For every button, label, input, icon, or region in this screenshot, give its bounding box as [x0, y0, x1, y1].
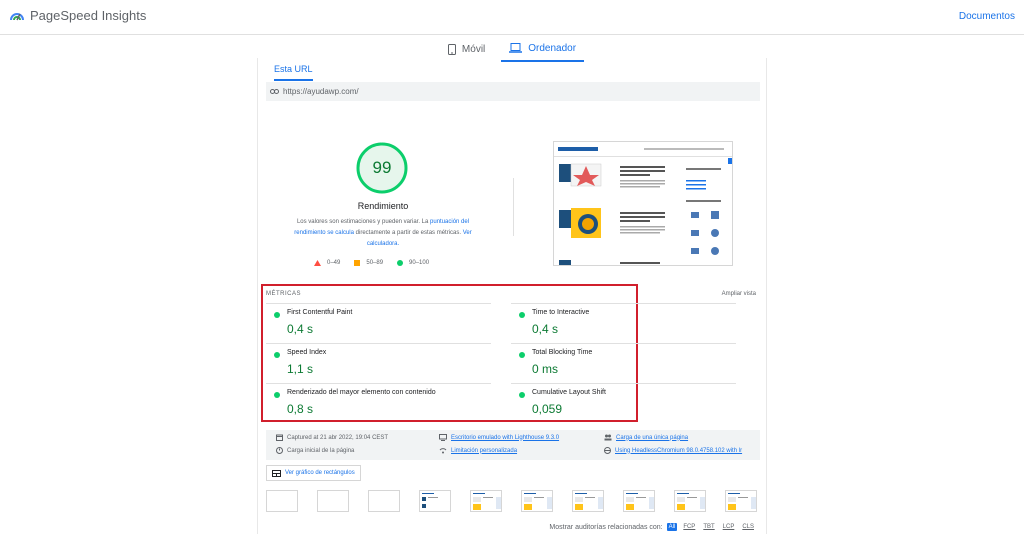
desc-text-2: directamente a partir de estas métricas.	[353, 230, 463, 236]
metric-fcp[interactable]: First Contentful Paint 0,4 s	[266, 303, 491, 341]
filter-chip-cls[interactable]: CLS	[740, 523, 756, 531]
info-single-load-text[interactable]: Carga de una única página	[616, 435, 688, 441]
report-panel: Esta URL https://ayudawp.com/ 99 Rendimi…	[257, 58, 767, 534]
legend-poor: 0–49	[314, 260, 340, 266]
filmstrip	[266, 490, 760, 514]
metric-cls-value: 0,059	[532, 402, 563, 416]
filter-chip-lcp[interactable]: LCP	[721, 523, 737, 531]
treemap-icon	[272, 469, 281, 477]
info-single-load[interactable]: Carga de una única página	[604, 434, 688, 441]
app-logo[interactable]: PageSpeed Insights	[10, 8, 146, 23]
metric-si-status-dot	[274, 352, 280, 358]
laptop-icon	[509, 43, 523, 53]
desktop-icon	[439, 434, 447, 441]
performance-score: 99	[372, 158, 392, 177]
metric-fcp-value: 0,4 s	[287, 322, 314, 336]
metric-fcp-status-dot	[274, 312, 280, 318]
treemap-button-label: Ver gráfico de rectángulos	[285, 470, 355, 476]
mobile-icon	[447, 43, 456, 55]
metric-tti[interactable]: Time to Interactive 0,4 s	[511, 303, 736, 341]
metric-lcp-label: Renderizado del mayor elemento con conte…	[287, 389, 436, 396]
info-throttling[interactable]: Limitación personalizada	[439, 447, 517, 454]
globe-icon	[604, 447, 611, 454]
pagespeed-logo-icon	[10, 12, 24, 20]
tab-desktop-label: Ordenador	[528, 42, 577, 54]
link-icon	[270, 89, 279, 94]
app-name: PageSpeed Insights	[30, 8, 147, 23]
filter-chip-tbt[interactable]: TBT	[701, 523, 716, 531]
performance-gauge: 99	[355, 141, 409, 195]
url-bar: https://ayudawp.com/	[266, 82, 760, 101]
pagespeed-app: PageSpeed Insights Documentos Móvil Orde…	[0, 0, 1024, 534]
audits-filter: Mostrar auditorías relacionadas con: All…	[549, 523, 756, 531]
info-browser[interactable]: Using HeadlessChromium 98.0.4758.102 wit…	[604, 447, 742, 454]
filter-chip-all[interactable]: All	[666, 523, 678, 531]
runtime-info: Captured at 21 abr 2022, 19:04 CEST Carg…	[266, 430, 760, 460]
performance-description: Los valores son estimaciones y pueden va…	[283, 217, 483, 250]
metric-si-label: Speed Index	[287, 349, 327, 356]
score-legend: 0–49 50–89 90–100	[314, 260, 429, 266]
metric-lcp[interactable]: Renderizado del mayor elemento con conte…	[266, 383, 491, 421]
circle-icon	[397, 260, 404, 266]
calendar-icon	[276, 434, 283, 441]
expand-view-button[interactable]: Ampliar vista	[722, 291, 756, 297]
metric-si-value: 1,1 s	[287, 362, 314, 376]
triangle-icon	[314, 260, 321, 266]
metric-lcp-status-dot	[274, 392, 280, 398]
info-emulated-text[interactable]: Escritorio emulado with Lighthouse 9.3.0	[451, 435, 559, 441]
performance-title: Rendimiento	[357, 201, 409, 211]
legend-average: 50–89	[354, 260, 383, 266]
wifi-icon	[439, 448, 447, 454]
legend-average-label: 50–89	[366, 260, 384, 266]
divider	[513, 178, 514, 236]
info-browser-text[interactable]: Using HeadlessChromium 98.0.4758.102 wit…	[615, 448, 742, 454]
legend-poor-label: 0–49	[327, 260, 341, 266]
metric-tti-label: Time to Interactive	[532, 309, 590, 316]
info-emulated[interactable]: Escritorio emulado with Lighthouse 9.3.0	[439, 434, 559, 441]
filmstrip-frame	[521, 490, 553, 512]
metric-tti-value: 0,4 s	[532, 322, 559, 336]
legend-good: 90–100	[397, 260, 429, 266]
people-icon	[604, 434, 612, 441]
legend-good-label: 90–100	[409, 260, 430, 266]
final-screenshot[interactable]	[553, 141, 733, 266]
filmstrip-frame	[266, 490, 298, 512]
filmstrip-frame	[674, 490, 706, 512]
tab-mobile-label: Móvil	[461, 43, 486, 55]
tab-this-url[interactable]: Esta URL	[274, 64, 313, 81]
info-captured: Captured at 21 abr 2022, 19:04 CEST	[276, 434, 388, 441]
treemap-button[interactable]: Ver gráfico de rectángulos	[266, 465, 361, 481]
metric-cls[interactable]: Cumulative Layout Shift 0,059	[511, 383, 736, 421]
metric-tti-status-dot	[519, 312, 525, 318]
timer-icon	[276, 447, 283, 454]
metric-tbt-status-dot	[519, 352, 525, 358]
filmstrip-frame	[725, 490, 757, 512]
audits-filter-label: Mostrar auditorías relacionadas con:	[549, 523, 663, 531]
filmstrip-frame	[572, 490, 604, 512]
metric-fcp-label: First Contentful Paint	[287, 309, 353, 316]
metric-tbt-value: 0 ms	[532, 362, 559, 376]
metric-cls-status-dot	[519, 392, 525, 398]
filmstrip-frame	[470, 490, 502, 512]
docs-link[interactable]: Documentos	[959, 11, 1015, 22]
info-throttling-text[interactable]: Limitación personalizada	[451, 448, 517, 454]
analyzed-url: https://ayudawp.com/	[283, 87, 359, 96]
info-initial-load: Carga inicial de la página	[276, 447, 354, 454]
top-bar: PageSpeed Insights Documentos	[0, 0, 1024, 35]
desc-text-1: Los valores son estimaciones y pueden va…	[296, 219, 431, 225]
filmstrip-frame	[368, 490, 400, 512]
info-initial-load-text: Carga inicial de la página	[287, 447, 355, 454]
metric-cls-label: Cumulative Layout Shift	[532, 389, 606, 396]
square-icon	[354, 260, 361, 266]
filter-chip-fcp[interactable]: FCP	[681, 523, 697, 531]
metric-tbt-label: Total Blocking Time	[532, 349, 593, 356]
filmstrip-frame	[419, 490, 451, 512]
metric-si[interactable]: Speed Index 1,1 s	[266, 343, 491, 381]
metric-lcp-value: 0,8 s	[287, 402, 314, 416]
info-captured-text: Captured at 21 abr 2022, 19:04 CEST	[287, 434, 389, 441]
filmstrip-frame	[623, 490, 655, 512]
filmstrip-frame	[317, 490, 349, 512]
metric-tbt[interactable]: Total Blocking Time 0 ms	[511, 343, 736, 381]
